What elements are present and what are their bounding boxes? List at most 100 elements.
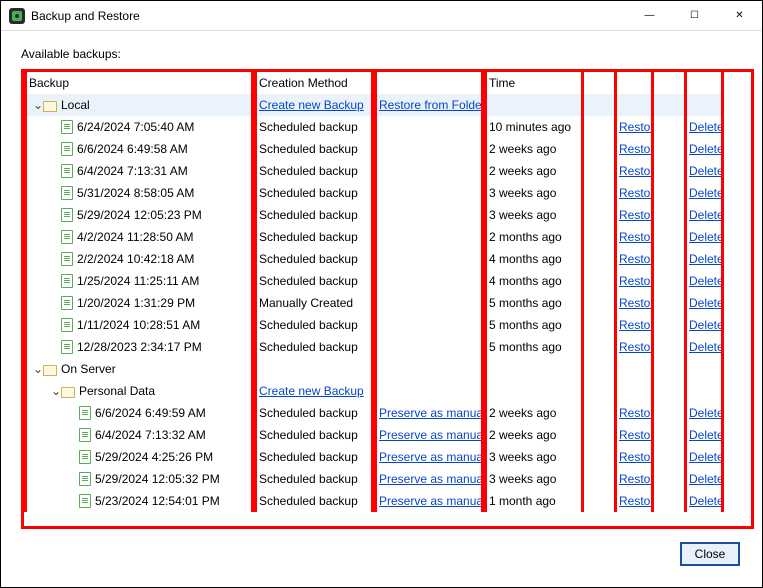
delete-link[interactable]: Delete xyxy=(689,318,724,332)
backups-table: BackupCreation Method Time ⌄ Local Create n… xyxy=(21,69,754,529)
backup-time: 5 months ago xyxy=(484,336,584,358)
backup-row[interactable]: 6/4/2024 7:13:32 AM xyxy=(24,424,254,446)
backup-row[interactable]: 1/20/2024 1:31:29 PM xyxy=(24,292,254,314)
backup-row[interactable]: 5/31/2024 8:58:05 AM xyxy=(24,182,254,204)
delete-link[interactable]: Delete xyxy=(689,252,724,266)
preserve-as-manual-link[interactable]: Preserve as manual xyxy=(379,406,484,420)
restore-link[interactable]: Restore xyxy=(619,406,654,420)
delete-link[interactable]: Delete xyxy=(689,230,724,244)
restore-link[interactable]: Restore xyxy=(619,274,654,288)
restore-link[interactable]: Restore xyxy=(619,142,654,156)
create-new-backup-link[interactable]: Create new Backup xyxy=(259,384,364,398)
col-restore[interactable] xyxy=(614,72,654,94)
minimize-button[interactable]: — xyxy=(627,1,672,30)
backup-row[interactable]: 6/6/2024 6:49:59 AM xyxy=(24,402,254,424)
delete-link[interactable]: Delete xyxy=(689,208,724,222)
preserve-as-manual-link[interactable]: Preserve as manual xyxy=(379,450,484,464)
scroll xyxy=(724,336,736,358)
close-button[interactable]: Close xyxy=(680,542,740,566)
backup-time: 2 weeks ago xyxy=(484,424,584,446)
backup-row[interactable]: 5/29/2024 12:05:32 PM xyxy=(24,468,254,490)
restore-link[interactable]: Restore xyxy=(619,428,654,442)
backup-delete: Delete xyxy=(684,116,724,138)
backup-date: 5/29/2024 4:25:26 PM xyxy=(95,450,213,464)
restore-link[interactable]: Restore xyxy=(619,340,654,354)
backup-row[interactable]: 6/4/2024 7:13:31 AM xyxy=(24,160,254,182)
restore-link[interactable]: Restore xyxy=(619,252,654,266)
backup-preserve: Preserve as manual xyxy=(374,468,484,490)
restore-link[interactable]: Restore xyxy=(619,120,654,134)
backup-preserve xyxy=(374,138,484,160)
delete-link[interactable]: Delete xyxy=(689,274,724,288)
backup-row[interactable]: 12/28/2023 2:34:17 PM xyxy=(24,336,254,358)
delete-link[interactable]: Delete xyxy=(689,142,724,156)
backup-row[interactable]: 4/2/2024 11:28:50 AM xyxy=(24,226,254,248)
backup-row[interactable]: 2/2/2024 10:42:18 AM xyxy=(24,248,254,270)
restore-link[interactable]: Restore xyxy=(619,186,654,200)
restore-link[interactable]: Restore xyxy=(619,318,654,332)
scroll xyxy=(724,468,736,490)
delete-link[interactable]: Delete xyxy=(689,472,724,486)
col-time[interactable]: Time xyxy=(484,72,584,94)
backup-preserve xyxy=(374,160,484,182)
restore-link[interactable]: Restore xyxy=(619,472,654,486)
backup-row[interactable]: 1/11/2024 10:28:51 AM xyxy=(24,314,254,336)
restore-link[interactable]: Restore xyxy=(619,230,654,244)
maximize-button[interactable]: ☐ xyxy=(672,1,717,30)
restore-link[interactable]: Restore xyxy=(619,296,654,310)
backup-restore: Restore xyxy=(614,292,654,314)
backup-preserve xyxy=(374,182,484,204)
file-icon xyxy=(61,340,73,354)
spacer xyxy=(584,424,614,446)
backup-time: 10 minutes ago xyxy=(484,116,584,138)
scroll xyxy=(724,424,736,446)
spacer xyxy=(654,292,684,314)
preserve-as-manual-link[interactable]: Preserve as manual xyxy=(379,494,484,508)
restore-link[interactable]: Restore xyxy=(619,494,654,508)
restore-link[interactable]: Restore xyxy=(619,164,654,178)
delete-link[interactable]: Delete xyxy=(689,428,724,442)
delete-link[interactable]: Delete xyxy=(689,186,724,200)
spacer xyxy=(584,314,614,336)
delete-link[interactable]: Delete xyxy=(689,164,724,178)
delete-link[interactable]: Delete xyxy=(689,296,724,310)
backup-row[interactable]: 5/29/2024 4:25:26 PM xyxy=(24,446,254,468)
preserve-as-manual-link[interactable]: Preserve as manual xyxy=(379,428,484,442)
group-label: On Server xyxy=(61,362,116,376)
preserve-as-manual-link[interactable]: Preserve as manual xyxy=(379,472,484,486)
spacer xyxy=(654,248,684,270)
col-delete[interactable] xyxy=(684,72,724,94)
scroll xyxy=(724,138,736,160)
tree-group[interactable]: ⌄ On Server xyxy=(24,358,254,380)
delete-link[interactable]: Delete xyxy=(689,450,724,464)
delete-link[interactable]: Delete xyxy=(689,340,724,354)
col-backup[interactable]: Backup xyxy=(24,72,254,94)
create-new-backup-link[interactable]: Create new Backup xyxy=(259,98,364,112)
backup-row[interactable]: 6/6/2024 6:49:58 AM xyxy=(24,138,254,160)
tree-group[interactable]: ⌄ Personal Data xyxy=(24,380,254,402)
col-creation[interactable]: Creation Method xyxy=(254,72,374,94)
backup-row[interactable]: 6/24/2024 7:05:40 AM xyxy=(24,116,254,138)
backup-restore: Restore xyxy=(614,424,654,446)
folder-icon xyxy=(43,101,57,112)
delete-link[interactable]: Delete xyxy=(689,406,724,420)
chevron-down-icon[interactable]: ⌄ xyxy=(51,384,61,398)
restore-from-folder-link[interactable]: Restore from Folder xyxy=(379,98,484,112)
close-window-button[interactable]: ✕ xyxy=(717,1,762,30)
restore-link[interactable]: Restore xyxy=(619,208,654,222)
chevron-down-icon[interactable]: ⌄ xyxy=(33,362,43,376)
delete-link[interactable]: Delete xyxy=(689,120,724,134)
restore-link[interactable]: Restore xyxy=(619,450,654,464)
backup-row[interactable]: 5/23/2024 12:54:01 PM xyxy=(24,490,254,512)
col-preserve[interactable] xyxy=(374,72,484,94)
chevron-down-icon[interactable]: ⌄ xyxy=(33,98,43,112)
backup-row[interactable]: 1/25/2024 11:25:11 AM xyxy=(24,270,254,292)
delete-link[interactable]: Delete xyxy=(689,494,724,508)
backup-row[interactable]: 5/29/2024 12:05:23 PM xyxy=(24,204,254,226)
backup-preserve xyxy=(374,336,484,358)
scroll xyxy=(724,490,736,512)
backup-delete: Delete xyxy=(684,402,724,424)
backup-method: Scheduled backup xyxy=(254,138,374,160)
spacer xyxy=(654,314,684,336)
tree-group[interactable]: ⌄ Local xyxy=(24,94,254,116)
